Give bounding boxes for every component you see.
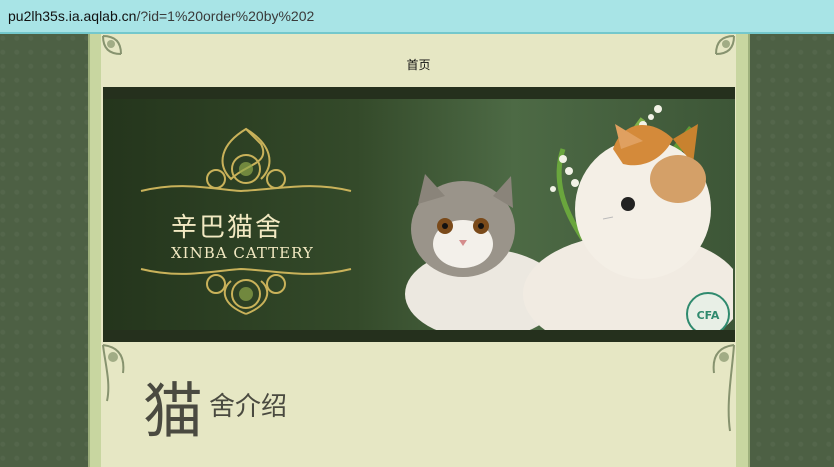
corner-ornament-icon: [712, 344, 735, 432]
url-host: pu2lh35s.ia.aqlab.cn: [8, 8, 137, 24]
nav-home-link[interactable]: 首页: [406, 58, 430, 72]
banner-top-band: [103, 87, 735, 99]
cattery-logo-chinese: 辛巴猫舍: [171, 213, 284, 243]
section-title-rest: 舍介绍: [209, 392, 288, 422]
banner-body: 辛巴猫舍 XINBA CATTERY CFA: [103, 99, 735, 336]
section-title-big-char: 猫: [143, 377, 203, 447]
cattery-logo-english: XINBA CATTERY: [171, 244, 314, 262]
address-bar[interactable]: pu2lh35s.ia.aqlab.cn/?id=1%20order%20by%…: [0, 0, 834, 34]
svg-text:CFA: CFA: [697, 309, 720, 322]
url-text[interactable]: pu2lh35s.ia.aqlab.cn/?id=1%20order%20by%…: [8, 8, 314, 24]
banner-bottom-band: [103, 330, 735, 342]
section-title: 猫舍介绍: [143, 382, 287, 442]
corner-ornament-icon: [102, 344, 125, 402]
cattery-banner: 辛巴猫舍 XINBA CATTERY CFA: [103, 87, 735, 342]
url-path: /?id=1%20order%20by%202: [136, 8, 315, 24]
top-nav: 首页: [101, 54, 736, 73]
